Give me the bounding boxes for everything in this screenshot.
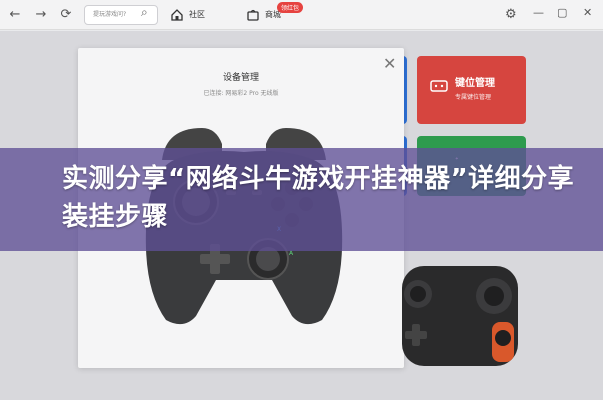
search-icon[interactable]: ⌕ [141, 5, 148, 20]
close-icon[interactable]: ✕ [383, 54, 396, 73]
store-icon [247, 9, 259, 21]
key-management-subtitle: 专属键位管理 [455, 94, 492, 101]
refresh-button[interactable]: ⟳ [57, 6, 75, 24]
back-button[interactable]: ← [6, 6, 24, 24]
keyboard-icon [430, 80, 448, 92]
dialog-subtitle: 已连接: 网易彩2 Pro 无线版 [203, 90, 279, 97]
headline-text: 实测分享“网络斗牛游戏开挂神器”详细分享装挂步骤 [62, 164, 575, 232]
key-management-title: 键位管理 [455, 78, 495, 89]
tab-community[interactable]: 社区 [170, 7, 205, 23]
headline-banner: 实测分享“网络斗牛游戏开挂神器”详细分享装挂步骤 [0, 148, 603, 251]
forward-button[interactable]: → [32, 6, 50, 24]
browser-toolbar: ← → ⟳ 提玩游戏问? ⌕ 社区 商城 领红包 ⚙ — ▢ ✕ [0, 0, 603, 30]
minimize-icon[interactable]: — [533, 6, 544, 19]
tab-store[interactable]: 商城 [246, 7, 281, 23]
key-management-tile[interactable]: 键位管理 专属键位管理 [417, 56, 526, 124]
promo-badge[interactable]: 领红包 [277, 2, 304, 13]
maximize-icon[interactable]: ▢ [557, 6, 567, 19]
handheld-controller-image [402, 266, 518, 366]
home-icon [171, 9, 183, 21]
dialog-title: 设备管理 [222, 73, 259, 83]
gear-icon[interactable]: ⚙ [505, 7, 517, 22]
close-window-icon[interactable]: ✕ [583, 6, 592, 19]
tab-community-label: 社区 [189, 10, 205, 19]
